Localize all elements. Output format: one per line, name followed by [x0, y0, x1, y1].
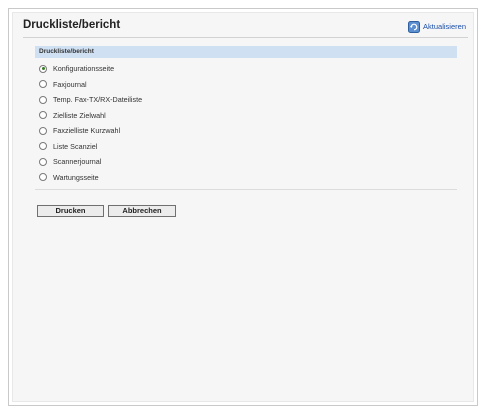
radio-button[interactable] — [39, 80, 47, 89]
option-scannerjournal[interactable]: Scannerjournal — [39, 154, 142, 170]
section-label: Druckliste/bericht — [39, 48, 94, 55]
page-title: Druckliste/bericht — [23, 19, 121, 31]
report-options: Konfigurationsseite Faxjournal Temp. Fax… — [39, 61, 142, 185]
radio-button[interactable] — [39, 95, 47, 104]
option-label: Liste Scanziel — [53, 141, 98, 151]
option-label: Scannerjournal — [53, 157, 102, 167]
radio-button[interactable] — [39, 142, 47, 151]
option-label: Faxjournal — [53, 79, 87, 89]
cancel-button[interactable]: Abbrechen — [108, 205, 176, 217]
radio-button[interactable] — [39, 111, 47, 120]
radio-button[interactable] — [39, 157, 47, 166]
option-label: Wartungsseite — [53, 172, 99, 182]
title-divider — [23, 37, 468, 38]
form-divider — [35, 189, 457, 190]
page-frame: Druckliste/bericht Aktualisieren Druckli… — [8, 8, 478, 406]
refresh-label[interactable]: Aktualisieren — [423, 22, 466, 31]
option-liste-scanziel[interactable]: Liste Scanziel — [39, 139, 142, 155]
option-label: Konfigurationsseite — [53, 64, 115, 74]
option-faxzielliste-kurzwahl[interactable]: Faxzielliste Kurzwahl — [39, 123, 142, 139]
option-wartungsseite[interactable]: Wartungsseite — [39, 170, 142, 186]
refresh-link[interactable]: Aktualisieren — [408, 19, 466, 33]
radio-button[interactable] — [39, 173, 47, 182]
option-label: Zielliste Zielwahl — [53, 110, 106, 120]
option-label: Temp. Fax-TX/RX-Dateiliste — [53, 95, 143, 105]
print-button[interactable]: Drucken — [37, 205, 104, 217]
option-temp-fax-dateiliste[interactable]: Temp. Fax-TX/RX-Dateiliste — [39, 92, 142, 108]
radio-button[interactable] — [39, 64, 47, 73]
section-header: Druckliste/bericht — [35, 46, 457, 58]
option-label: Faxzielliste Kurzwahl — [53, 126, 121, 136]
refresh-icon — [408, 20, 421, 33]
option-faxjournal[interactable]: Faxjournal — [39, 77, 142, 93]
option-zielliste-zielwahl[interactable]: Zielliste Zielwahl — [39, 108, 142, 124]
radio-button[interactable] — [39, 126, 47, 135]
option-konfigurationsseite[interactable]: Konfigurationsseite — [39, 61, 142, 77]
button-row: Drucken Abbrechen — [37, 205, 176, 217]
